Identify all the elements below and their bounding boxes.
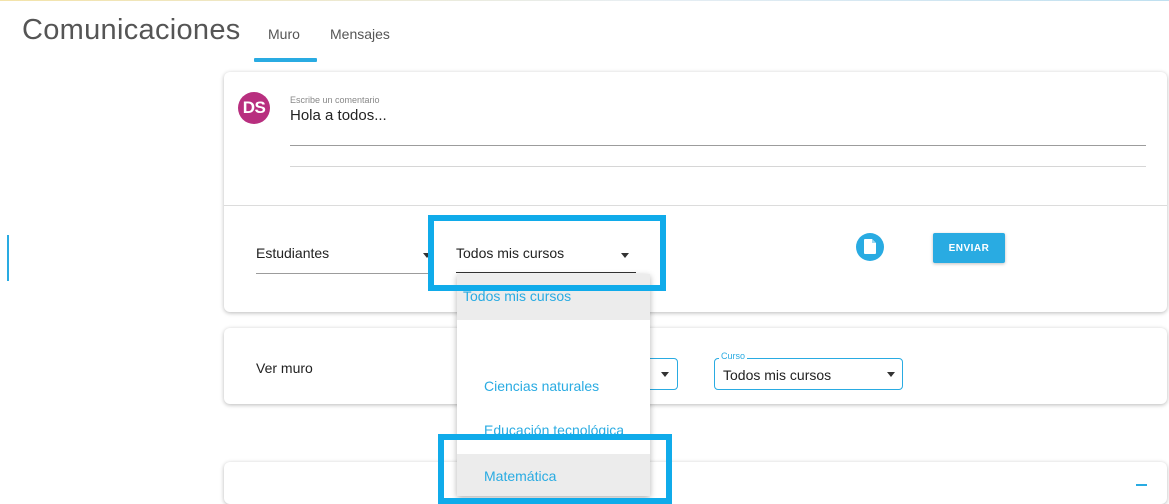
card-divider [224,205,1167,206]
wall-course-value: Todos mis cursos [723,367,832,383]
page-title: Comunicaciones [22,14,241,46]
recipient-select-underline [256,273,432,274]
comment-secondary-underline [290,166,1146,167]
comment-input-label: Escribe un comentario [290,95,380,105]
comment-input-underline [290,145,1146,146]
recipient-select[interactable]: Estudiantes [256,245,329,261]
post-menu-icon[interactable] [1136,484,1147,486]
menu-item-ciencias-naturales[interactable]: Ciencias naturales [457,366,650,410]
attach-file-button[interactable] [856,233,884,261]
send-button[interactable]: ENVIAR [933,233,1005,263]
comment-input[interactable]: Hola a todos... [290,107,387,124]
avatar: DS [238,92,270,124]
menu-item-empty[interactable] [457,320,650,366]
wall-label: Ver muro [256,360,313,376]
course-legend: Curso [719,351,748,361]
post-card [224,462,1167,504]
active-tab-indicator [254,58,317,62]
top-divider [0,0,1169,1]
wall-course-select[interactable]: Curso Todos mis cursos [714,351,903,390]
wall-filter-card [224,328,1167,404]
tab-mensajes[interactable]: Mensajes [330,26,390,42]
highlight-course-select [428,215,666,291]
file-icon [864,239,876,254]
scroll-indicator [7,235,9,281]
wall-course-chevron-down-icon[interactable] [887,372,895,377]
filter-chevron-down-icon[interactable] [661,372,669,377]
highlight-matematica [438,434,672,504]
tab-muro[interactable]: Muro [268,26,300,42]
